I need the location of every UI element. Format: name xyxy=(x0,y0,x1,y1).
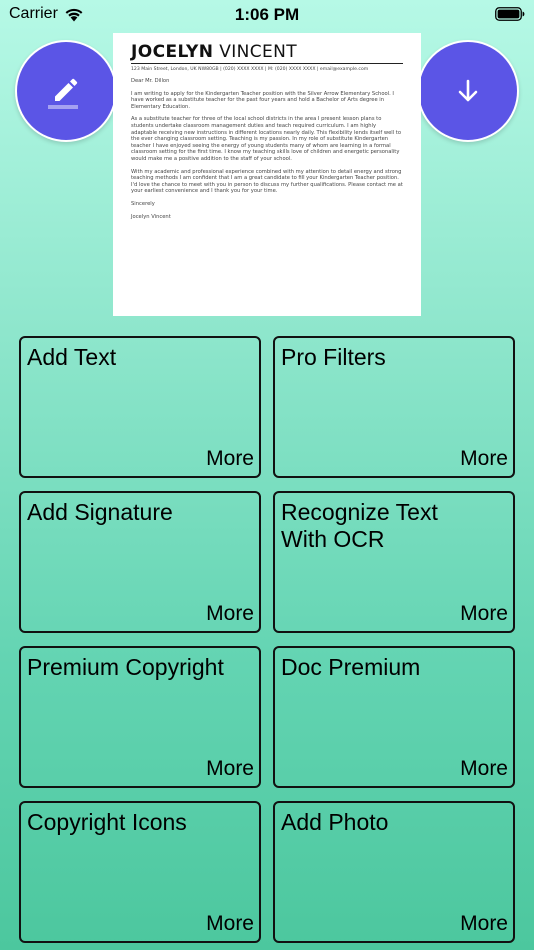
more-link[interactable]: More xyxy=(460,757,508,781)
feature-title: Add Photo xyxy=(281,809,389,835)
more-link[interactable]: More xyxy=(206,447,254,471)
feature-card-add-signature[interactable]: Add Signature More xyxy=(19,491,261,633)
feature-card-copyright-icons[interactable]: Copyright Icons More xyxy=(19,801,261,943)
download-button[interactable] xyxy=(417,40,519,142)
feature-title: Recognize Text With OCR xyxy=(281,499,438,552)
more-link[interactable]: More xyxy=(206,602,254,626)
feature-title: Pro Filters xyxy=(281,344,386,370)
feature-card-recognize-text-ocr[interactable]: Recognize Text With OCR More xyxy=(273,491,515,633)
feature-title: Add Text xyxy=(27,344,117,370)
more-link[interactable]: More xyxy=(206,912,254,936)
document-name: JOCELYN VINCENT xyxy=(131,42,403,62)
status-time: 1:06 PM xyxy=(234,5,300,24)
document-paragraph-2: As a substitute teacher for three of the… xyxy=(131,116,402,162)
more-link[interactable]: More xyxy=(206,757,254,781)
document-greeting: Dear Mr. Dillon xyxy=(131,78,170,84)
document-last-name: VINCENT xyxy=(219,42,298,62)
feature-title: Add Signature xyxy=(27,499,173,525)
more-link[interactable]: More xyxy=(460,447,508,471)
document-paragraph-1: I am writing to apply for the Kindergart… xyxy=(131,90,394,110)
feature-card-pro-filters[interactable]: Pro Filters More xyxy=(273,336,515,478)
more-link[interactable]: More xyxy=(460,602,508,626)
feature-card-add-text[interactable]: Add Text More xyxy=(19,336,261,478)
document-first-name: JOCELYN xyxy=(131,42,214,62)
feature-card-premium-copyright[interactable]: Premium Copyright More xyxy=(19,646,261,788)
arrow-down-icon xyxy=(458,79,478,102)
edit-button[interactable] xyxy=(15,40,117,142)
feature-title: Copyright Icons xyxy=(27,809,187,835)
document-divider xyxy=(131,63,403,64)
document-closing: Sincerely xyxy=(131,200,155,207)
feature-title: Premium Copyright xyxy=(27,654,224,680)
pencil-icon xyxy=(48,78,78,109)
document-paragraph-3: With my academic and professional experi… xyxy=(131,168,403,195)
feature-card-doc-premium[interactable]: Doc Premium More xyxy=(273,646,515,788)
battery-icon xyxy=(495,7,525,21)
document-preview[interactable]: JOCELYN VINCENT 123 Main Street, London,… xyxy=(113,33,421,316)
more-link[interactable]: More xyxy=(460,912,508,936)
feature-card-add-photo[interactable]: Add Photo More xyxy=(273,801,515,943)
status-bar: Carrier 1:06 PM xyxy=(0,0,534,28)
feature-title: Doc Premium xyxy=(281,654,421,680)
document-signature: Jocelyn Vincent xyxy=(131,213,171,220)
document-contact: 123 Main Street, London, UK NW80GB | (02… xyxy=(131,67,369,72)
